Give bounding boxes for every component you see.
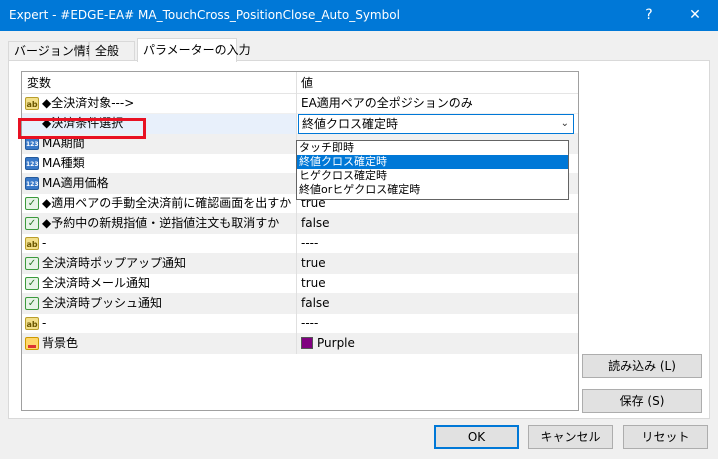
load-button[interactable]: 読み込み (L) <box>582 354 702 378</box>
dropdown-option[interactable]: 終値orヒゲクロス確定時 <box>297 183 568 197</box>
param-value[interactable]: true <box>298 254 578 274</box>
tab-general[interactable]: 全般 <box>89 41 135 61</box>
value-column-header[interactable]: 値 <box>298 72 578 94</box>
reset-button[interactable]: リセット <box>623 425 708 449</box>
combo-selected-value: 終値クロス確定時 <box>302 117 399 131</box>
param-value[interactable]: ---- <box>298 234 578 254</box>
table-row[interactable]: ✓ 全決済時ポップアップ通知 true <box>22 254 578 274</box>
param-name: MA適用価格 <box>22 174 297 194</box>
table-row[interactable]: 背景色 Purple <box>22 334 578 354</box>
color-value-label: Purple <box>317 336 355 350</box>
ok-button[interactable]: OK <box>434 425 519 449</box>
variable-column-header[interactable]: 変数 <box>22 72 297 94</box>
dropdown-option[interactable]: ヒゲクロス確定時 <box>297 169 568 183</box>
param-name: - <box>22 314 297 334</box>
help-button[interactable]: ? <box>626 0 672 31</box>
cancel-button[interactable]: キャンセル <box>528 425 613 449</box>
param-name: 背景色 <box>22 334 297 354</box>
param-value[interactable]: EA適用ペアの全ポジションのみ <box>298 94 578 114</box>
table-row[interactable]: ab ◆全決済対象---> EA適用ペアの全ポジションのみ <box>22 94 578 114</box>
param-name: - <box>22 234 297 254</box>
close-condition-select[interactable]: 終値クロス確定時 ⌄ <box>298 114 574 134</box>
param-value[interactable]: true <box>298 274 578 294</box>
table-row[interactable]: ✓ 全決済時メール通知 true <box>22 274 578 294</box>
dropdown-option-selected[interactable]: 終値クロス確定時 <box>297 155 568 169</box>
param-name: ◆全決済対象---> <box>22 94 297 114</box>
close-button[interactable]: ✕ <box>672 0 718 31</box>
table-row[interactable]: ab - ---- <box>22 314 578 334</box>
table-row[interactable]: ✓ 全決済時プッシュ通知 false <box>22 294 578 314</box>
param-value[interactable]: ---- <box>298 314 578 334</box>
highlight-box <box>18 118 146 139</box>
save-button[interactable]: 保存 (S) <box>582 389 702 413</box>
color-swatch <box>301 337 313 349</box>
param-value[interactable]: false <box>298 294 578 314</box>
param-name: MA種類 <box>22 154 297 174</box>
param-name: 全決済時ポップアップ通知 <box>22 254 297 274</box>
dropdown-option[interactable]: タッチ即時 <box>297 141 568 155</box>
param-name: 全決済時プッシュ通知 <box>22 294 297 314</box>
chevron-down-icon[interactable]: ⌄ <box>561 115 569 133</box>
title-bar: Expert - #EDGE-EA# MA_TouchCross_Positio… <box>0 0 718 31</box>
param-value[interactable]: false <box>298 214 578 234</box>
param-name: ◆予約中の新規指値・逆指値注文も取消すか <box>22 214 297 234</box>
tab-input-parameters[interactable]: パラメーターの入力 <box>137 38 251 62</box>
window-title: Expert - #EDGE-EA# MA_TouchCross_Positio… <box>9 8 400 22</box>
param-name: 全決済時メール通知 <box>22 274 297 294</box>
table-row[interactable]: ab - ---- <box>22 234 578 254</box>
param-value[interactable]: Purple <box>298 334 578 354</box>
parameters-panel: 変数 値 ab ◆全決済対象---> EA適用ペアの全ポジションのみ 123 ◆… <box>8 60 710 419</box>
close-condition-dropdown-list[interactable]: タッチ即時 終値クロス確定時 ヒゲクロス確定時 終値orヒゲクロス確定時 <box>296 140 569 200</box>
param-name: ◆適用ペアの手動全決済前に確認画面を出すか <box>22 194 297 214</box>
table-row[interactable]: ✓ ◆予約中の新規指値・逆指値注文も取消すか false <box>22 214 578 234</box>
tab-version-info[interactable]: バージョン情報 <box>8 41 98 61</box>
grid-header: 変数 値 <box>22 72 578 94</box>
